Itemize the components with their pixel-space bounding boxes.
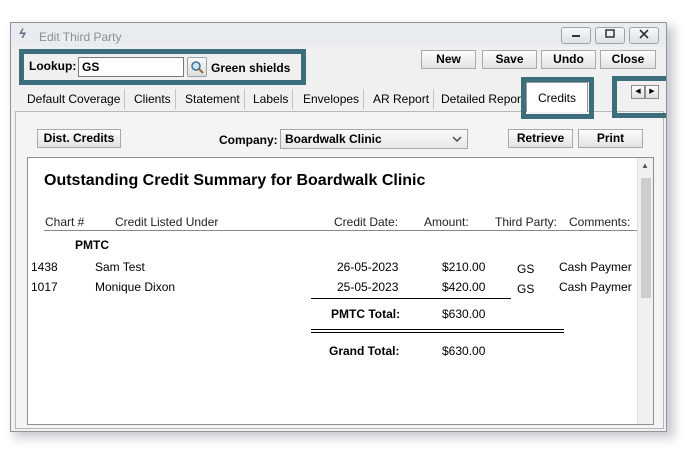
col-header-amount: Amount: [424, 215, 469, 229]
row-name: Monique Dixon [95, 280, 176, 294]
row-third-party: GS [517, 282, 535, 296]
scroll-up-icon[interactable]: ▲ [641, 161, 649, 170]
lookup-highlight [19, 49, 306, 85]
col-header-chart: Chart # [45, 215, 85, 229]
grand-total-value: $630.00 [442, 344, 486, 358]
row-comment: Cash Paymer [559, 260, 632, 274]
close-icon[interactable] [629, 27, 659, 44]
header-divider [44, 230, 639, 231]
save-button[interactable]: Save [482, 50, 537, 69]
company-label: Company: [219, 133, 278, 147]
dist-credits-button[interactable]: Dist. Credits [37, 129, 121, 148]
row-date: 26-05-2023 [337, 260, 399, 274]
print-button[interactable]: Print [578, 129, 643, 148]
col-header-comments: Comments: [569, 215, 631, 229]
report-scrollbar[interactable]: ▲ [637, 158, 653, 424]
row-chart: 1438 [31, 260, 58, 274]
tab-arrows-highlight [612, 76, 666, 118]
maximize-icon[interactable] [595, 27, 625, 44]
group-total-rule [311, 298, 511, 299]
close-button[interactable]: Close [600, 50, 656, 69]
window-title: Edit Third Party [39, 30, 122, 44]
tab-labels[interactable]: Labels [249, 89, 294, 109]
title-bar: ϟ Edit Third Party [11, 23, 666, 47]
row-amount: $210.00 [442, 260, 486, 274]
row-third-party: GS [517, 262, 535, 276]
tab-clients[interactable]: Clients [130, 89, 176, 109]
new-button[interactable]: New [421, 50, 476, 69]
report-title: Outstanding Credit Summary for Boardwalk… [44, 172, 426, 189]
minimize-icon[interactable] [561, 27, 591, 44]
group-total-value: $630.00 [442, 307, 486, 321]
row-date: 25-05-2023 [337, 280, 399, 294]
col-header-credit-date: Credit Date: [334, 215, 399, 229]
group-label: PMTC [75, 238, 109, 252]
tab-envelopes[interactable]: Envelopes [299, 89, 365, 109]
row-comment: Cash Paymer [559, 280, 632, 294]
tab-statement[interactable]: Statement [181, 89, 245, 109]
credit-report-view[interactable]: Outstanding Credit Summary for Boardwalk… [27, 157, 654, 425]
company-value: Boardwalk Clinic [285, 132, 382, 146]
tab-detailed-report[interactable]: Detailed Repor [437, 89, 525, 109]
grand-total-rule-top [311, 329, 564, 330]
grand-total-rule-bottom [311, 332, 564, 333]
tab-ar-report[interactable]: AR Report [369, 89, 435, 109]
retrieve-button[interactable]: Retrieve [508, 129, 573, 148]
feather-icon: ϟ [19, 26, 26, 41]
credits-tab-highlight [521, 77, 594, 119]
col-header-third-party: Third Party: [495, 215, 558, 229]
group-total-label: PMTC Total: [331, 307, 401, 321]
grand-total-label: Grand Total: [329, 344, 400, 358]
col-header-credit-listed-under: Credit Listed Under [115, 215, 219, 229]
undo-button[interactable]: Undo [541, 50, 596, 69]
tab-default-coverage[interactable]: Default Coverage [23, 89, 126, 109]
company-select[interactable]: Boardwalk Clinic [280, 129, 468, 149]
chevron-down-icon [452, 130, 462, 155]
row-chart: 1017 [31, 280, 58, 294]
row-amount: $420.00 [442, 280, 486, 294]
row-name: Sam Test [95, 260, 145, 274]
edit-third-party-window: ϟ Edit Third Party Lookup: Green shields… [10, 22, 667, 432]
scrollbar-thumb[interactable] [641, 178, 651, 298]
